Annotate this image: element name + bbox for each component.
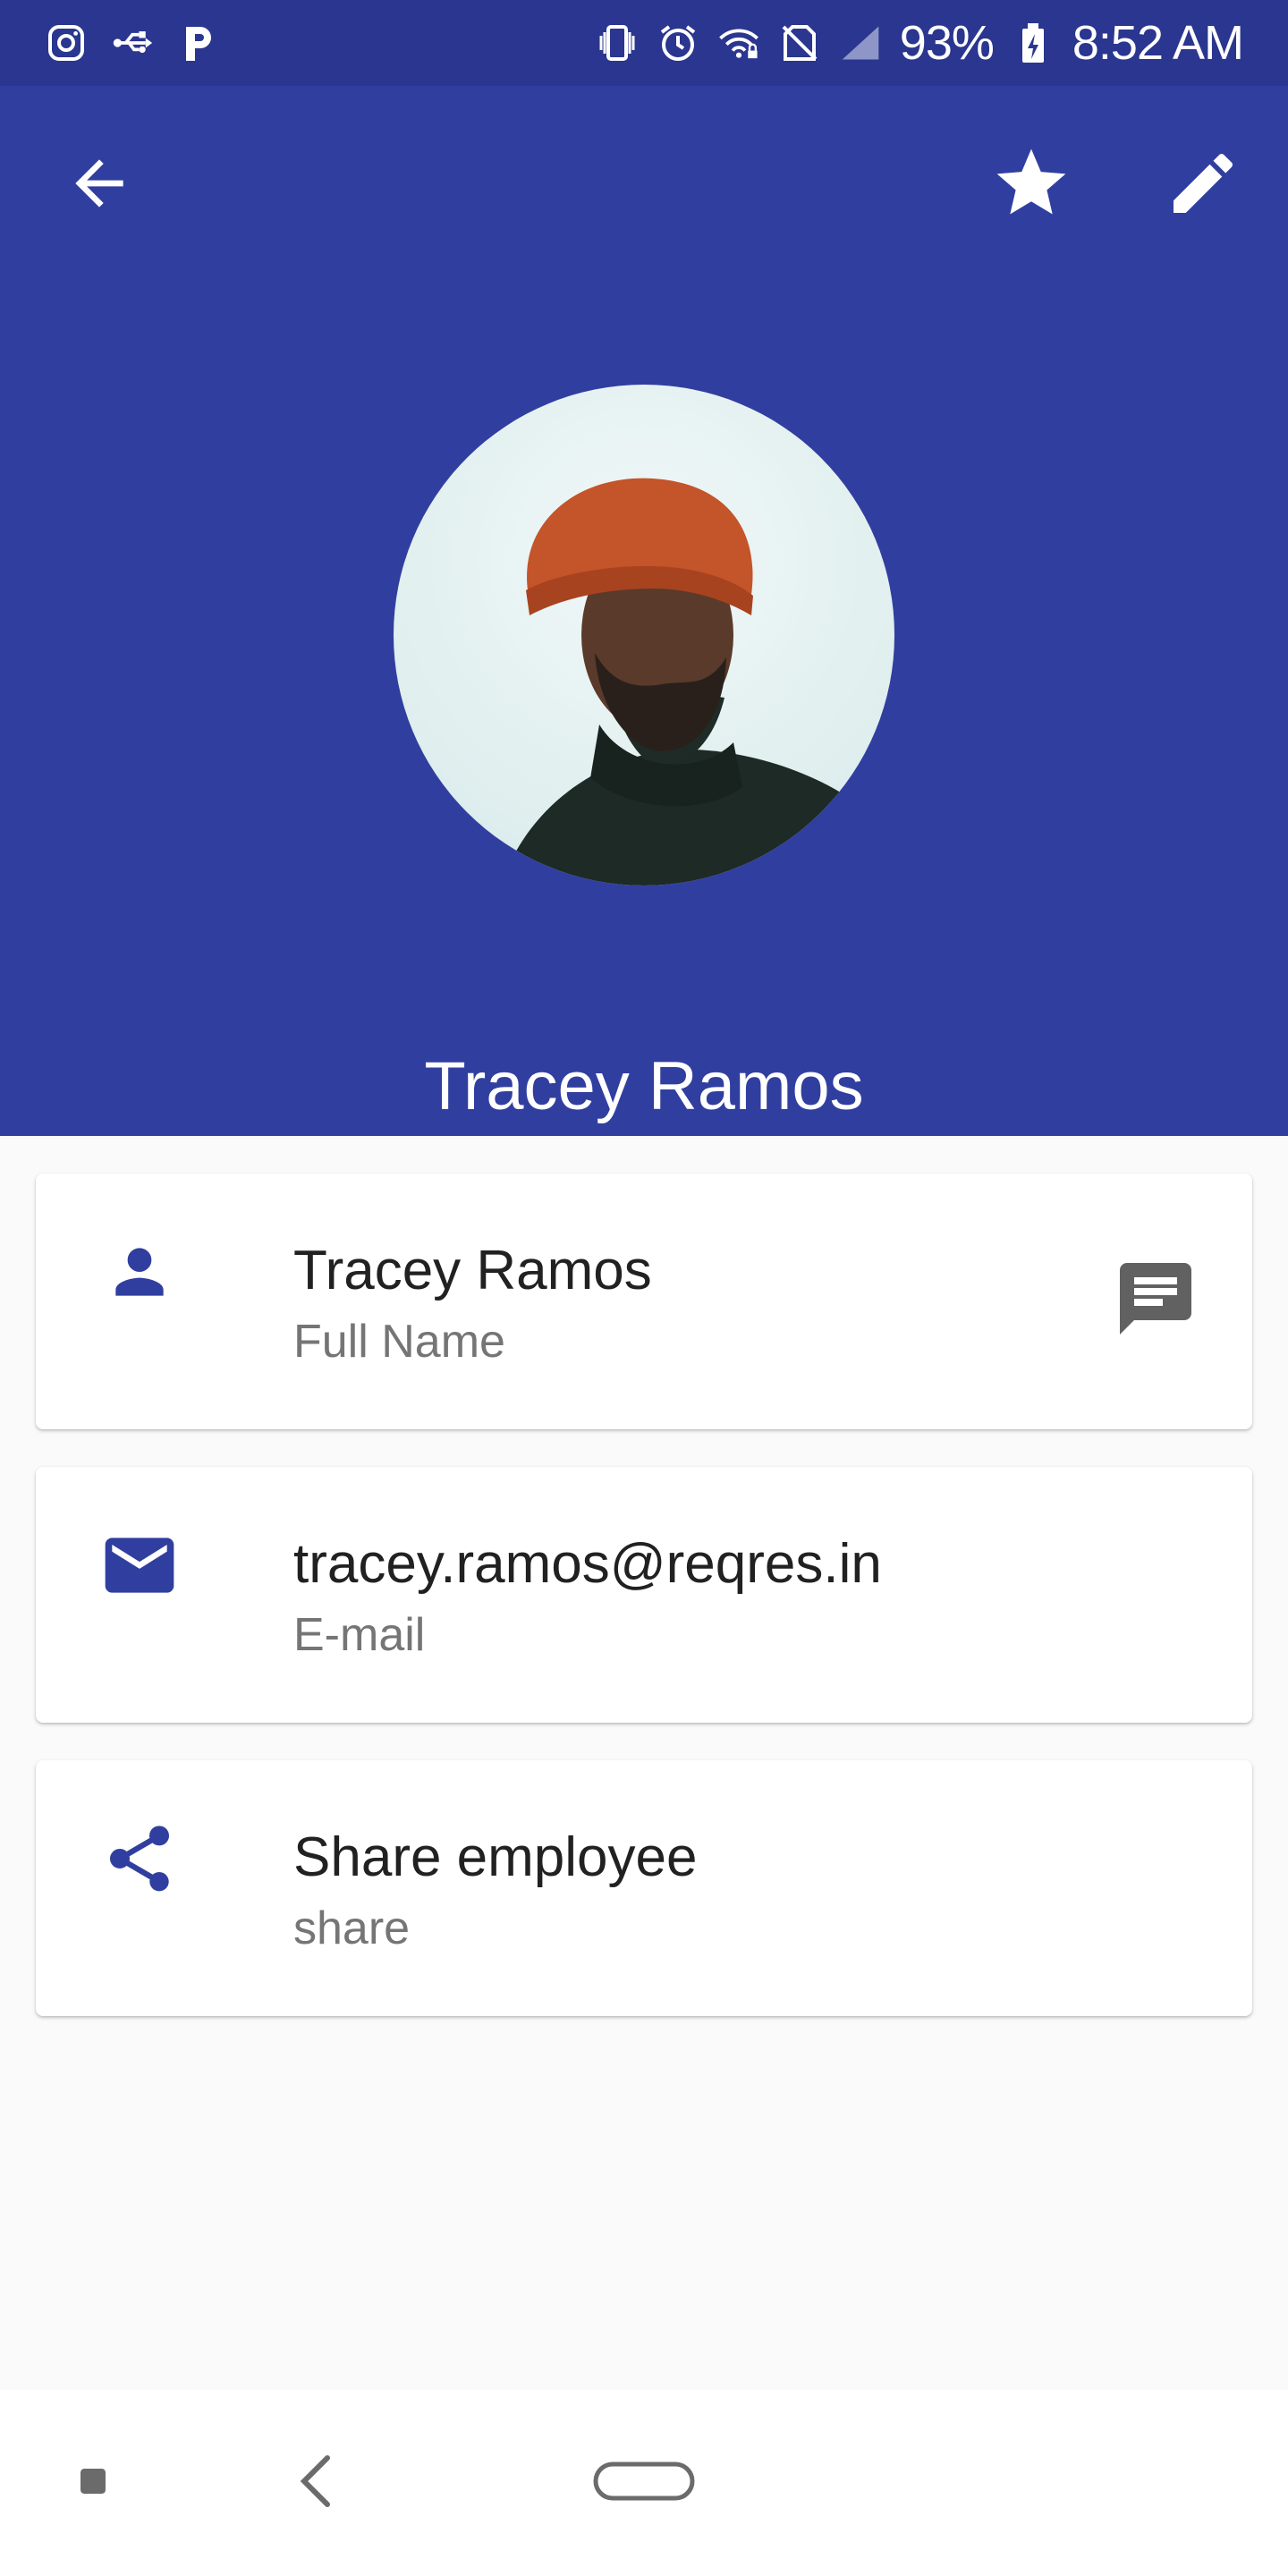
- recents-icon: [80, 2468, 106, 2498]
- share-label: share: [293, 1902, 411, 1954]
- signal-icon: [839, 21, 882, 64]
- status-bar: 93% 8:52 AM: [0, 0, 1288, 86]
- email-label: E-mail: [293, 1609, 426, 1661]
- profile-name: Tracey Ramos: [424, 1048, 864, 1124]
- pencil-icon: [1164, 144, 1242, 227]
- full-name-label: Full Name: [293, 1316, 505, 1368]
- status-left: [45, 21, 220, 64]
- favorite-button[interactable]: [982, 136, 1080, 234]
- share-title: Share employee: [293, 1826, 698, 1888]
- message-button[interactable]: [1109, 1254, 1202, 1347]
- vibrate-icon: [596, 21, 639, 64]
- status-right: 93% 8:52 AM: [596, 15, 1244, 71]
- person-icon: [95, 1227, 184, 1317]
- email-card[interactable]: tracey.ramos@reqres.in E-mail: [36, 1467, 1252, 1723]
- arrow-back-icon: [64, 148, 135, 224]
- edit-button[interactable]: [1154, 136, 1252, 234]
- pandora-icon: [177, 21, 220, 64]
- back-button[interactable]: [50, 136, 148, 234]
- avatar: [394, 385, 894, 886]
- clock: 8:52 AM: [1072, 16, 1244, 70]
- share-card[interactable]: Share employee share: [36, 1760, 1252, 2016]
- battery-percent: 93%: [899, 16, 995, 70]
- navigation-bar: [0, 2390, 1288, 2576]
- home-pill-icon: [593, 2462, 695, 2505]
- instagram-icon: [45, 21, 88, 64]
- alarm-icon: [657, 21, 699, 64]
- share-icon: [95, 1814, 184, 1903]
- full-name-card[interactable]: Tracey Ramos Full Name: [36, 1174, 1252, 1429]
- email-icon: [95, 1521, 184, 1610]
- chevron-left-icon: [295, 2454, 335, 2512]
- star-icon: [990, 142, 1072, 229]
- nav-back-button[interactable]: [277, 2440, 352, 2526]
- recents-button[interactable]: [55, 2445, 131, 2521]
- message-icon: [1113, 1256, 1199, 1346]
- home-button[interactable]: [581, 2440, 707, 2526]
- email-value: tracey.ramos@reqres.in: [293, 1533, 882, 1595]
- profile-header: Tracey Ramos: [0, 86, 1288, 1136]
- full-name-value: Tracey Ramos: [293, 1240, 652, 1301]
- no-sim-icon: [778, 21, 821, 64]
- screen: 93% 8:52 AM Tracey Ramos Tracey Ramos Fu…: [0, 0, 1288, 2576]
- wifi-icon: [717, 21, 760, 64]
- usb-icon: [111, 21, 154, 64]
- battery-charging-icon: [1012, 21, 1055, 64]
